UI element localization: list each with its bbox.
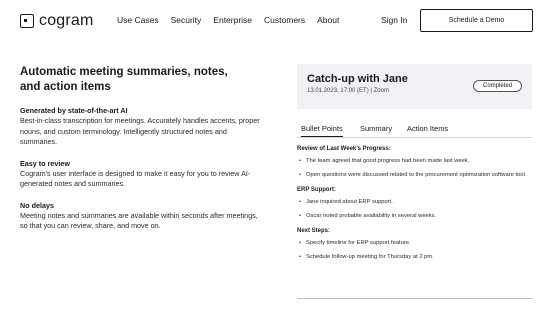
section-heading: Automatic meeting summaries, notes, and … <box>20 66 228 93</box>
section-title: Next Steps: <box>297 228 331 234</box>
feature-item: No delays Meeting notes and summaries ar… <box>20 201 260 232</box>
meeting-tabs: Bullet Points Summary Action Items <box>297 122 532 138</box>
tab-summary[interactable]: Summary <box>360 124 392 133</box>
logo[interactable]: cogram <box>20 11 94 31</box>
bullet-item: Jane inquired about ERP support. <box>297 198 532 207</box>
top-navbar: cogram Use Cases Security Enterprise Cus… <box>0 0 550 42</box>
nav-link-security[interactable]: Security <box>171 15 202 25</box>
sign-in-link[interactable]: Sign In <box>381 15 407 25</box>
feature-description: Cogram's user interface is designed to m… <box>20 168 251 189</box>
logo-icon <box>20 14 34 28</box>
meeting-card-header: Catch-up with Jane 13.01.2023, 17:00 (ET… <box>297 64 532 109</box>
tab-bullet-points[interactable]: Bullet Points <box>301 124 343 137</box>
feature-title: No delays <box>20 200 54 210</box>
summary-section: Review of Last Week's Progress: The team… <box>297 146 532 179</box>
nav-link-use-cases[interactable]: Use Cases <box>117 15 159 25</box>
feature-title: Easy to review <box>20 158 70 168</box>
status-badge: Completed <box>472 80 522 92</box>
nav-link-customers[interactable]: Customers <box>264 15 305 25</box>
bullet-item: Open questions were discussed related to… <box>297 171 532 180</box>
logo-text: cogram <box>39 12 94 29</box>
section-title: Review of Last Week's Progress: <box>297 146 391 152</box>
features-section: Automatic meeting summaries, notes, and … <box>20 65 260 232</box>
divider <box>297 298 532 299</box>
bullet-item: The team agreed that good progress had b… <box>297 157 532 166</box>
feature-item: Generated by state-of-the-art AI Best-in… <box>20 106 260 148</box>
nav-links: Use Cases Security Enterprise Customers … <box>117 15 339 25</box>
nav-link-enterprise[interactable]: Enterprise <box>213 15 252 25</box>
bullet-item: Schedule follow-up meeting for Thursday … <box>297 253 532 262</box>
bullet-points-content: Review of Last Week's Progress: The team… <box>297 146 532 269</box>
nav-link-about[interactable]: About <box>317 15 339 25</box>
feature-item: Easy to review Cogram's user interface i… <box>20 159 260 190</box>
bullet-item: Oscar noted probable availability in sev… <box>297 212 532 221</box>
feature-description: Best-in-class transcription for meetings… <box>20 116 260 146</box>
summary-section: Next Steps: Specify timeline for ERP sup… <box>297 228 532 261</box>
feature-title: Generated by state-of-the-art AI <box>20 106 128 115</box>
section-title: ERP Support: <box>297 187 336 193</box>
bullet-item: Specify timeline for ERP support feature… <box>297 239 532 248</box>
summary-section: ERP Support: Jane inquired about ERP sup… <box>297 187 532 220</box>
schedule-demo-button[interactable]: Schedule a Demo <box>420 9 533 32</box>
feature-description: Meeting notes and summaries are availabl… <box>20 210 258 231</box>
tab-action-items[interactable]: Action Items <box>407 124 448 133</box>
